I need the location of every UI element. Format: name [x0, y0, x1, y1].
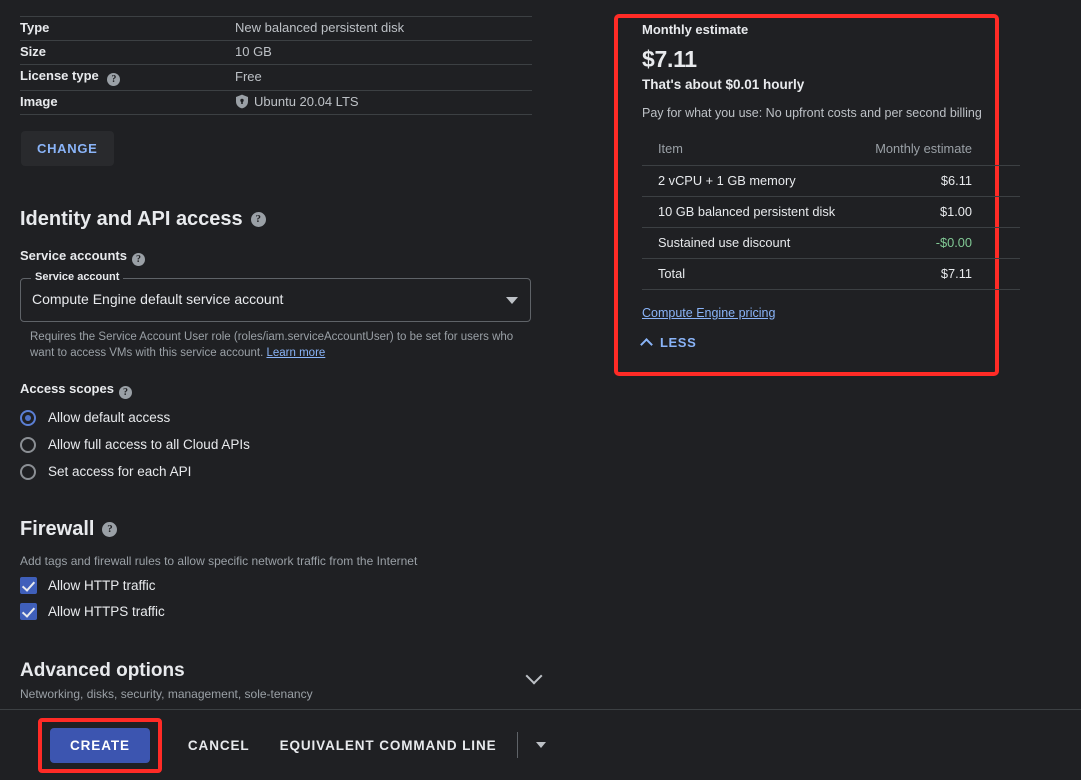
estimate-amount-total: $7.11 — [858, 259, 1020, 290]
scope-option-default[interactable]: Allow default access — [20, 410, 540, 426]
estimate-item: Sustained use discount — [642, 228, 858, 259]
estimate-price: $7.11 — [642, 46, 1022, 73]
estimate-item: 2 vCPU + 1 GB memory — [642, 166, 858, 197]
identity-section-title: Identity and API access? — [20, 208, 540, 231]
help-icon[interactable]: ? — [251, 212, 266, 227]
page-root: Type New balanced persistent disk Size 1… — [0, 0, 1081, 780]
shield-icon — [235, 94, 249, 109]
row-key: Type — [20, 16, 235, 40]
radio-icon-selected[interactable] — [20, 410, 36, 426]
estimate-amount: $1.00 — [858, 197, 1020, 228]
column-header-item: Item — [642, 134, 858, 166]
estimate-amount-discount: -$0.00 — [858, 228, 1020, 259]
checkbox-checked-icon[interactable] — [20, 603, 37, 620]
service-account-value: Compute Engine default service account — [32, 291, 283, 307]
advanced-options-subtitle: Networking, disks, security, management,… — [20, 687, 532, 701]
row-value: 10 GB — [235, 40, 532, 64]
help-icon[interactable]: ? — [107, 73, 120, 86]
service-accounts-label: Service accounts? — [20, 248, 540, 266]
table-row: 2 vCPU + 1 GB memory $6.11 — [642, 166, 1020, 197]
radio-icon[interactable] — [20, 437, 36, 453]
table-row: Type New balanced persistent disk — [20, 16, 532, 40]
row-key-label: Size — [20, 44, 46, 59]
firewall-option-label: Allow HTTP traffic — [48, 578, 156, 593]
firewall-allow-http[interactable]: Allow HTTP traffic — [20, 577, 540, 594]
create-button-highlight: CREATE — [38, 718, 162, 773]
table-row: 10 GB balanced persistent disk $1.00 — [642, 197, 1020, 228]
compute-engine-pricing-link[interactable]: Compute Engine pricing — [642, 306, 775, 320]
row-key: License type ? — [20, 64, 235, 90]
service-account-select[interactable]: Service account Compute Engine default s… — [20, 278, 531, 322]
estimate-pay-note: Pay for what you use: No upfront costs a… — [642, 106, 1022, 120]
scope-label: Allow default access — [48, 410, 170, 425]
firewall-description: Add tags and firewall rules to allow spe… — [20, 554, 540, 568]
estimate-item-total: Total — [642, 259, 858, 290]
table-row: Sustained use discount -$0.00 — [642, 228, 1020, 259]
less-toggle[interactable]: LESS — [642, 335, 1022, 350]
table-row-total: Total $7.11 — [642, 259, 1020, 290]
cancel-button[interactable]: CANCEL — [180, 728, 258, 763]
firewall-section-title: Firewall? — [20, 518, 540, 541]
row-key-label: Type — [20, 20, 49, 35]
estimate-breakdown-table: Item Monthly estimate 2 vCPU + 1 GB memo… — [642, 134, 1020, 290]
learn-more-link[interactable]: Learn more — [266, 347, 325, 359]
firewall-title-text: Firewall — [20, 518, 94, 540]
access-scopes-label: Access scopes? — [20, 381, 540, 399]
row-value: Free — [235, 64, 532, 90]
radio-icon[interactable] — [20, 464, 36, 480]
row-key-label: License type — [20, 68, 99, 83]
instance-config-column: Type New balanced persistent disk Size 1… — [0, 0, 560, 710]
column-header-monthly-estimate: Monthly estimate — [858, 134, 1020, 166]
estimate-heading: Monthly estimate — [642, 22, 1022, 37]
toolbar-divider — [517, 732, 518, 758]
estimate-item: 10 GB balanced persistent disk — [642, 197, 858, 228]
row-value: Ubuntu 20.04 LTS — [235, 90, 532, 114]
chevron-down-icon[interactable] — [506, 297, 518, 304]
change-boot-disk-button[interactable]: CHANGE — [21, 131, 114, 166]
chevron-up-icon[interactable] — [640, 338, 653, 351]
table-row: Size 10 GB — [20, 40, 532, 64]
service-account-legend: Service account — [31, 271, 123, 283]
equivalent-command-line-button[interactable]: EQUIVALENT COMMAND LINE — [272, 728, 505, 763]
help-icon[interactable]: ? — [119, 386, 132, 399]
create-button[interactable]: CREATE — [50, 728, 150, 763]
table-row-partial — [20, 0, 532, 16]
advanced-options-title: Advanced options — [20, 660, 532, 682]
row-key-label: Image — [20, 94, 58, 109]
scope-option-full[interactable]: Allow full access to all Cloud APIs — [20, 437, 540, 453]
help-icon[interactable]: ? — [132, 253, 145, 266]
row-key: Size — [20, 40, 235, 64]
image-name: Ubuntu 20.04 LTS — [254, 94, 359, 109]
action-bar: CREATE CANCEL EQUIVALENT COMMAND LINE — [0, 709, 1081, 780]
row-value: New balanced persistent disk — [235, 16, 532, 40]
less-label: LESS — [660, 335, 696, 350]
scope-label: Allow full access to all Cloud APIs — [48, 437, 250, 452]
service-accounts-text: Service accounts — [20, 248, 127, 263]
checkbox-checked-icon[interactable] — [20, 577, 37, 594]
scope-option-each-api[interactable]: Set access for each API — [20, 464, 540, 480]
estimate-amount: $6.11 — [858, 166, 1020, 197]
estimate-hourly: That's about $0.01 hourly — [642, 77, 1022, 92]
advanced-options-section[interactable]: Advanced options Networking, disks, secu… — [20, 660, 532, 701]
scope-label: Set access for each API — [48, 464, 191, 479]
service-account-hint: Requires the Service Account User role (… — [30, 329, 530, 361]
table-header-row: Item Monthly estimate — [642, 134, 1020, 166]
firewall-allow-https[interactable]: Allow HTTPS traffic — [20, 603, 540, 620]
access-scopes-text: Access scopes — [20, 381, 114, 396]
identity-title-text: Identity and API access — [20, 208, 243, 230]
boot-disk-summary-table: Type New balanced persistent disk Size 1… — [20, 0, 532, 115]
row-key: Image — [20, 90, 235, 114]
table-row: License type ? Free — [20, 64, 532, 90]
monthly-estimate-panel: Monthly estimate $7.11 That's about $0.0… — [642, 22, 1022, 350]
table-row: Image Ubuntu 20.04 LTS — [20, 90, 532, 114]
help-icon[interactable]: ? — [102, 522, 117, 537]
firewall-option-label: Allow HTTPS traffic — [48, 604, 165, 619]
chevron-down-icon[interactable] — [536, 742, 546, 748]
